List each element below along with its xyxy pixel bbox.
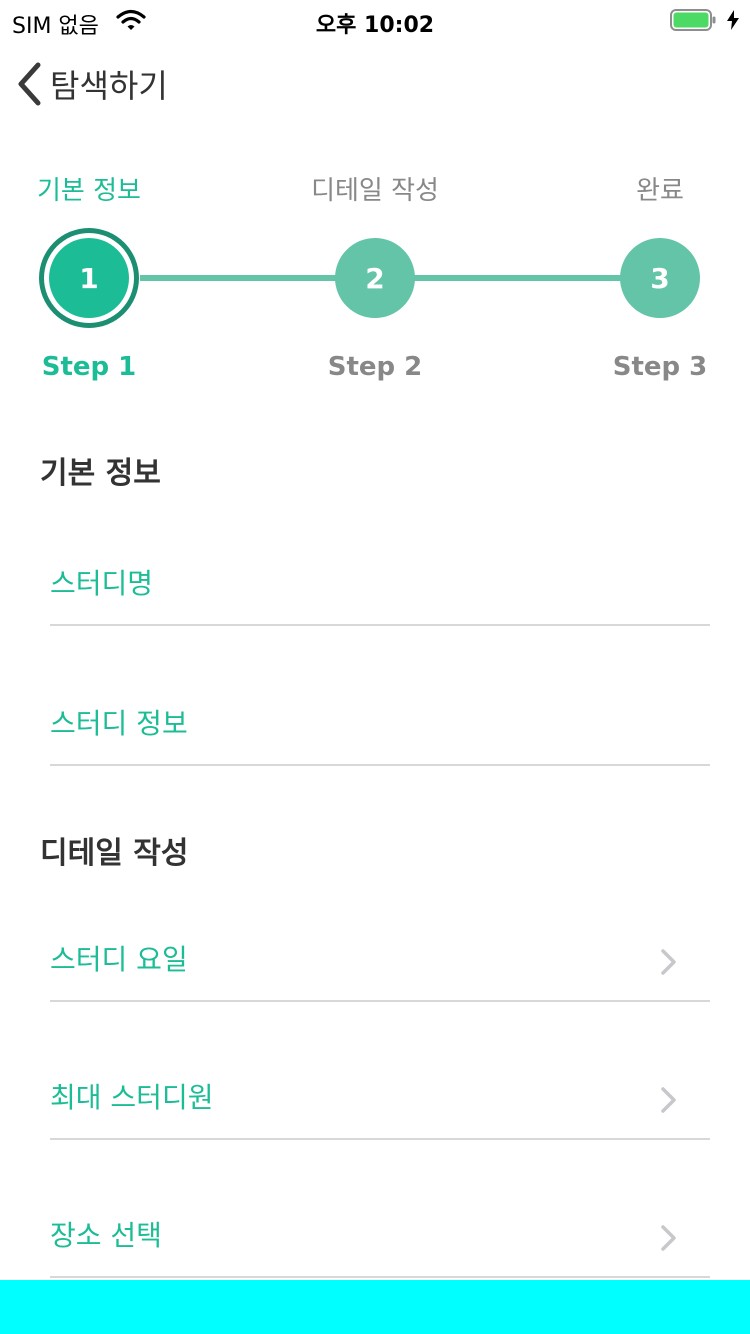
step-1-label: Step 1 <box>41 352 137 382</box>
max-members-label: 최대 스터디원 <box>50 1081 214 1114</box>
study-name-label: 스터디명 <box>50 567 154 600</box>
status-time: 오후 10:02 <box>315 13 435 38</box>
battery-icon <box>670 9 716 31</box>
study-days-label: 스터디 요일 <box>50 943 188 976</box>
progress-stepper: 기본 정보 디테일 작성 완료 1 2 3 Step 1 Step 2 Step… <box>0 160 750 400</box>
study-name-field[interactable]: 스터디명 <box>50 536 710 626</box>
step-connector-1 <box>140 275 340 281</box>
chevron-right-icon <box>661 1225 676 1251</box>
bottom-bar <box>0 1280 750 1334</box>
step-2-title: 디테일 작성 <box>311 176 439 206</box>
step-1-circle: 1 <box>49 238 129 318</box>
step-3-circle: 3 <box>620 238 700 318</box>
place-select-label: 장소 선택 <box>50 1219 162 1252</box>
place-select-row[interactable]: 장소 선택 <box>50 1188 710 1278</box>
chevron-right-icon <box>661 1087 676 1113</box>
step-1-title: 기본 정보 <box>37 176 141 206</box>
step-2-label: Step 2 <box>327 352 423 382</box>
step-2-circle: 2 <box>335 238 415 318</box>
chevron-right-icon <box>661 949 676 975</box>
step-connector-2 <box>410 275 625 281</box>
basic-info-heading: 기본 정보 <box>40 456 161 491</box>
back-button[interactable]: 탐색하기 <box>14 60 168 108</box>
max-members-row[interactable]: 최대 스터디원 <box>50 1050 710 1140</box>
study-info-field[interactable]: 스터디 정보 <box>50 676 710 766</box>
step-3-label: Step 3 <box>612 352 708 382</box>
study-days-row[interactable]: 스터디 요일 <box>50 912 710 1002</box>
status-bar: SIM 없음 오후 10:02 <box>0 0 750 40</box>
chevron-left-icon <box>18 62 41 106</box>
back-button-label: 탐색하기 <box>50 67 168 105</box>
detail-heading: 디테일 작성 <box>40 836 189 871</box>
study-info-label: 스터디 정보 <box>50 707 188 740</box>
step-3-title: 완료 <box>636 176 684 206</box>
charging-bolt-icon <box>727 10 739 30</box>
